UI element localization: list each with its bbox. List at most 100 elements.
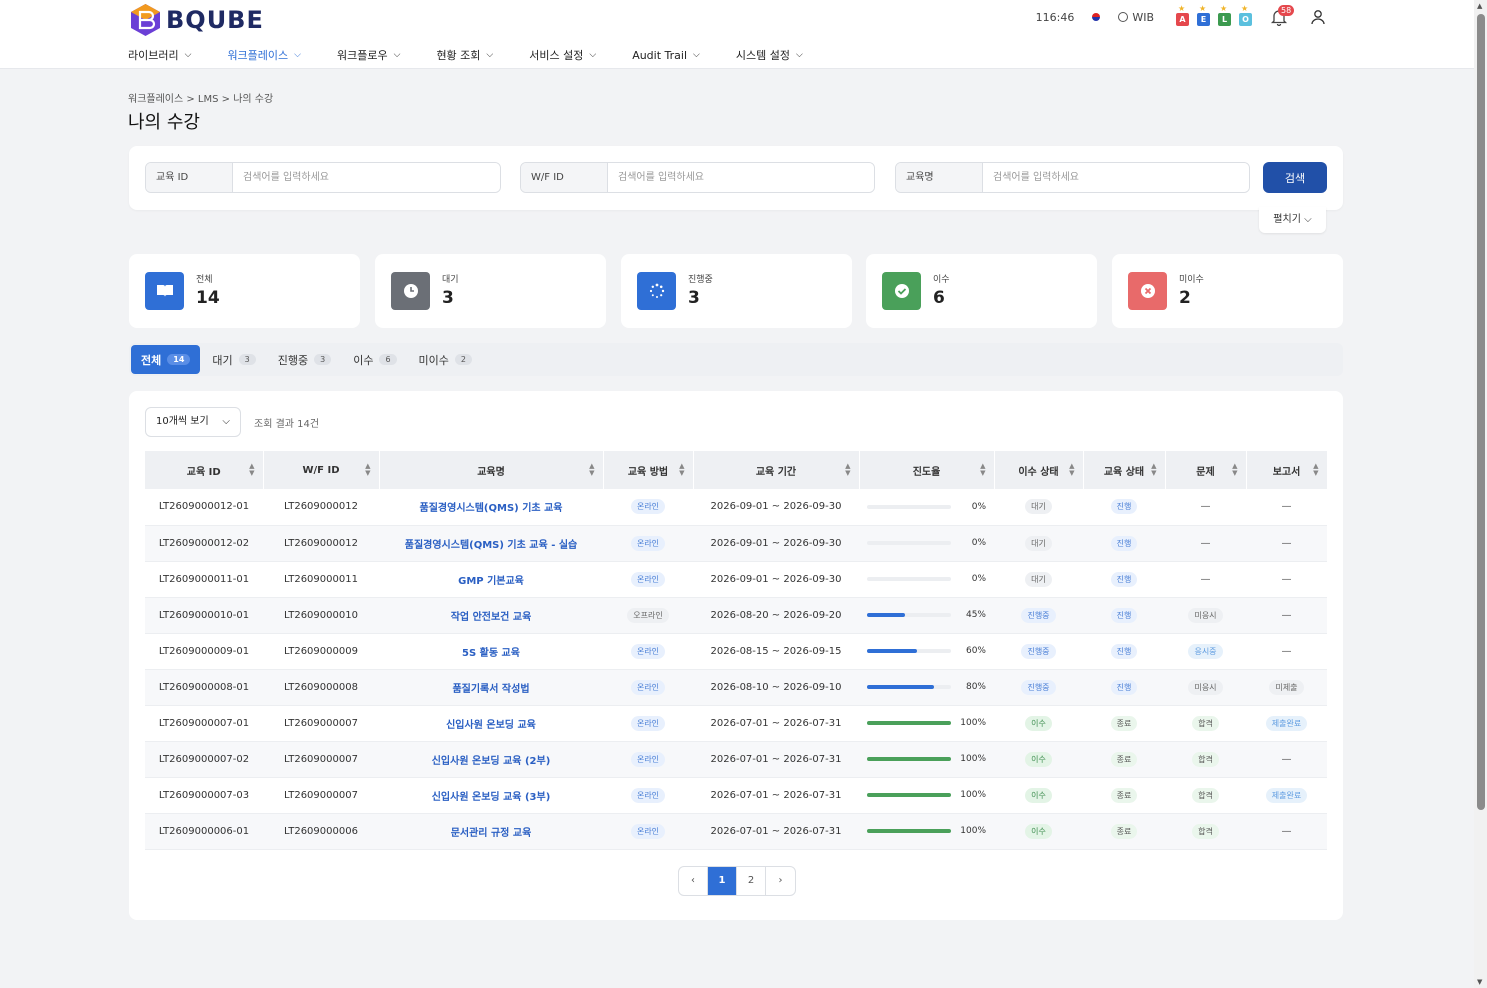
wf-id-cell: LT2609000007	[263, 705, 379, 742]
sort-icon[interactable]: ▲ ▼	[845, 463, 850, 477]
sort-icon[interactable]: ▲ ▼	[1232, 463, 1237, 477]
table-row[interactable]: LT2609000007-02 LT2609000007 신입사원 온보딩 교육 (…	[145, 741, 1327, 778]
status-tab[interactable]: 전체 14	[131, 345, 201, 374]
nav-item[interactable]: Audit Trail ⌵	[632, 47, 700, 63]
sort-icon[interactable]: ▲ ▼	[249, 463, 254, 477]
column-header[interactable]: 진도율 ▲ ▼	[859, 451, 995, 489]
sort-icon[interactable]: ▲ ▼	[589, 463, 594, 477]
language-flag-icon[interactable]	[1088, 11, 1105, 23]
table-row[interactable]: LT2609000009-01 LT2609000009 5S 활동 교육 온라인 20…	[145, 633, 1327, 670]
course-name-link[interactable]: 문서관리 규정 교육	[379, 813, 603, 850]
nav-item[interactable]: 시스템 설정 ⌵	[736, 47, 803, 63]
stat-card[interactable]: 미이수 2	[1112, 254, 1343, 328]
sort-icon[interactable]: ▲ ▼	[1069, 463, 1074, 477]
progress-cell: 100%	[859, 813, 994, 850]
table-row[interactable]: LT2609000011-01 LT2609000011 GMP 기본교육 온라인 20…	[145, 561, 1327, 598]
column-header[interactable]: 교육 ID ▲ ▼	[145, 451, 264, 489]
role-badge[interactable]: L	[1218, 2, 1231, 26]
progress-percent: 100%	[960, 826, 986, 836]
table-row[interactable]: LT2609000012-02 LT2609000012 품질경영시스템(QMS) …	[145, 525, 1327, 562]
progress-bar	[867, 793, 951, 797]
prev-page-icon[interactable]: ‹	[679, 867, 708, 895]
course-name-input[interactable]	[983, 163, 1249, 192]
progress-cell: 100%	[859, 705, 994, 742]
page-scrollbar[interactable]: ▲ ▼	[1474, 0, 1487, 988]
next-page-icon[interactable]: ›	[766, 867, 795, 895]
status-tab[interactable]: 이수 6	[343, 345, 406, 374]
sort-icon[interactable]: ▲ ▼	[365, 463, 370, 477]
course-name-link[interactable]: 품질기록서 작성법	[379, 669, 603, 706]
quiz-badge: 응시중	[1188, 643, 1223, 659]
method-badge: 온라인	[630, 643, 666, 659]
role-badge[interactable]: O	[1239, 2, 1252, 26]
status-tab[interactable]: 대기 3	[202, 345, 265, 374]
tab-label: 전체	[141, 353, 162, 367]
role-badge[interactable]: A	[1176, 2, 1189, 26]
table-row[interactable]: LT2609000012-01 LT2609000012 품질경영시스템(QMS) …	[145, 489, 1327, 526]
nav-item[interactable]: 현황 조회 ⌵	[436, 47, 493, 63]
course-status-badge: 종료	[1110, 823, 1138, 839]
table-row[interactable]: LT2609000007-03 LT2609000007 신입사원 온보딩 교육 (…	[145, 777, 1327, 814]
progress-bar	[867, 685, 951, 689]
page-size-select[interactable]: 10개씩 보기 ⌵	[145, 407, 241, 437]
sort-icon[interactable]: ▲ ▼	[1313, 463, 1318, 477]
column-header[interactable]: 문제 ▲ ▼	[1165, 451, 1247, 489]
column-header[interactable]: 교육 상태 ▲ ▼	[1083, 451, 1166, 489]
course-id-input[interactable]	[233, 163, 500, 192]
quiz-badge: 미응시	[1188, 679, 1223, 695]
column-header[interactable]: 이수 상태 ▲ ▼	[994, 451, 1084, 489]
wf-id-cell: LT2609000011	[263, 561, 379, 598]
nav-item[interactable]: 라이브러리 ⌵	[128, 47, 191, 63]
period-cell: 2026-08-10 ~ 2026-09-10	[693, 669, 859, 706]
table-row[interactable]: LT2609000008-01 LT2609000008 품질기록서 작성법 온라인 2…	[145, 669, 1327, 706]
stat-card[interactable]: 전체 14	[129, 254, 360, 328]
timezone[interactable]: WIB	[1118, 11, 1154, 24]
brand-logo[interactable]: BQUBE	[129, 3, 264, 37]
wf-id-cell: LT2609000009	[263, 633, 379, 670]
scroll-down-icon[interactable]: ▼	[1477, 978, 1482, 986]
scroll-thumb[interactable]	[1477, 14, 1485, 810]
progress-percent: 100%	[960, 718, 986, 728]
expand-filters-button[interactable]: 펼치기 ⌵	[1259, 207, 1326, 233]
stat-card[interactable]: 이수 6	[866, 254, 1097, 328]
course-name-link[interactable]: 작업 안전보건 교육	[379, 597, 603, 634]
notification-bell-icon[interactable]: 58	[1270, 5, 1295, 27]
table-row[interactable]: LT2609000006-01 LT2609000006 문서관리 규정 교육 온라인…	[145, 813, 1327, 850]
course-name-link[interactable]: 품질경영시스템(QMS) 기초 교육	[379, 489, 603, 526]
table-row[interactable]: LT2609000007-01 LT2609000007 신입사원 온보딩 교육 온라…	[145, 705, 1327, 742]
column-header[interactable]: W/F ID ▲ ▼	[263, 451, 380, 489]
nav-item[interactable]: 워크플레이스 ⌵	[227, 47, 301, 63]
course-name-link[interactable]: 5S 활동 교육	[379, 633, 603, 670]
column-header[interactable]: 교육명 ▲ ▼	[379, 451, 604, 489]
nav-item[interactable]: 서비스 설정 ⌵	[529, 47, 596, 63]
sort-icon[interactable]: ▲ ▼	[1151, 463, 1156, 477]
search-button[interactable]: 검색	[1263, 162, 1327, 193]
role-badge[interactable]: E	[1197, 2, 1210, 26]
user-profile-icon[interactable]	[1310, 9, 1326, 25]
sort-icon[interactable]: ▲ ▼	[980, 463, 985, 477]
course-name-link[interactable]: 신입사원 온보딩 교육	[379, 705, 603, 742]
report-empty: —	[1281, 825, 1292, 837]
stat-card[interactable]: 대기 3	[375, 254, 606, 328]
stat-card[interactable]: 진행중 3	[621, 254, 852, 328]
column-header[interactable]: 교육 기간 ▲ ▼	[693, 451, 860, 489]
course-name-link[interactable]: 신입사원 온보딩 교육 (3부)	[379, 777, 603, 814]
course-name-link[interactable]: 품질경영시스템(QMS) 기초 교육 - 실습	[379, 525, 603, 562]
method-badge: 온라인	[630, 679, 666, 695]
scroll-up-icon[interactable]: ▲	[1477, 2, 1482, 10]
table-row[interactable]: LT2609000010-01 LT2609000010 작업 안전보건 교육 오프라…	[145, 597, 1327, 634]
chevron-down-icon: ⌵	[1304, 214, 1312, 225]
course-name-link[interactable]: GMP 기본교육	[379, 561, 603, 598]
nav-item[interactable]: 워크플로우 ⌵	[337, 47, 400, 63]
course-name-link[interactable]: 신입사원 온보딩 교육 (2부)	[379, 741, 603, 778]
quiz-cell: 미응시	[1165, 597, 1246, 634]
page-number[interactable]: 1	[708, 867, 737, 895]
status-tab[interactable]: 미이수 2	[409, 345, 482, 374]
column-header[interactable]: 보고서 ▲ ▼	[1246, 451, 1328, 489]
wf-id-input[interactable]	[608, 163, 874, 192]
completion-cell: 대기	[994, 525, 1083, 562]
status-tab[interactable]: 진행중 3	[268, 345, 341, 374]
page-number[interactable]: 2	[737, 867, 766, 895]
column-header[interactable]: 교육 방법 ▲ ▼	[603, 451, 694, 489]
sort-icon[interactable]: ▲ ▼	[679, 463, 684, 477]
